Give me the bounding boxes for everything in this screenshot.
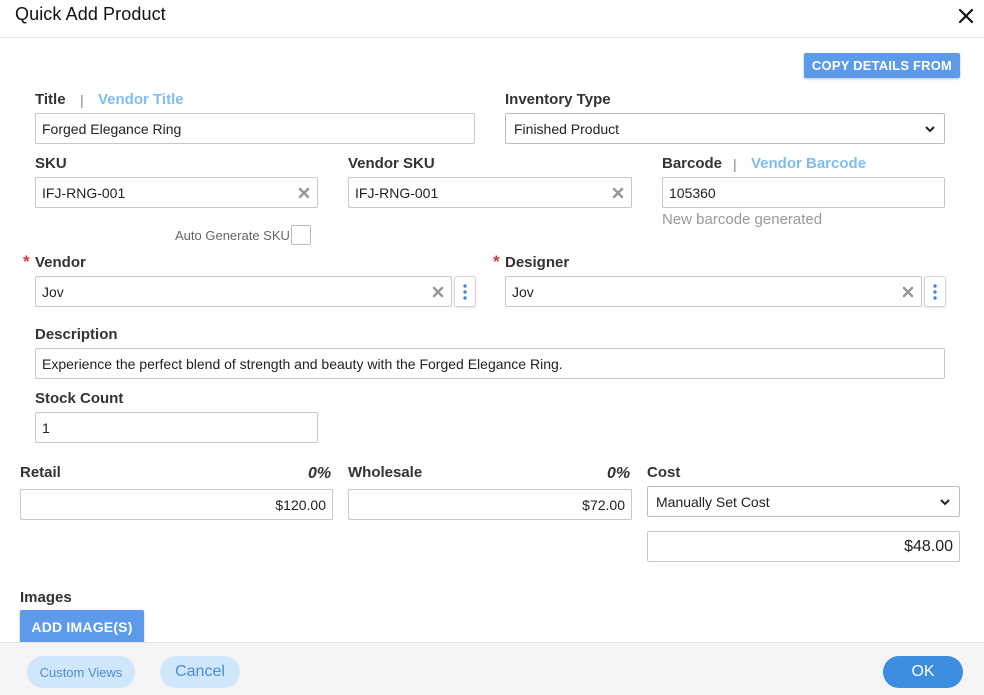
title-separator: | xyxy=(80,92,84,108)
chevron-down-icon xyxy=(925,125,935,132)
dialog-title: Quick Add Product xyxy=(15,4,166,24)
close-icon[interactable] xyxy=(955,5,977,27)
kebab-menu-icon xyxy=(933,283,937,300)
auto-sku-label: Auto Generate SKU xyxy=(175,228,290,243)
cost-label: Cost xyxy=(647,464,681,481)
add-images-button[interactable]: ADD IMAGE(S) xyxy=(20,610,144,644)
vendor-value: Jov xyxy=(42,283,64,300)
ok-button[interactable]: OK xyxy=(883,656,963,688)
barcode-value: 105360 xyxy=(669,184,716,201)
clear-x-icon[interactable] xyxy=(901,285,915,299)
vendor-sku-input[interactable]: IFJ-RNG-001 xyxy=(348,177,632,208)
copy-details-button[interactable]: COPY DETAILS FROM xyxy=(804,53,960,78)
barcode-label: Barcode xyxy=(662,155,723,172)
description-input[interactable]: Experience the perfect blend of strength… xyxy=(35,348,945,379)
custom-views-button[interactable]: Custom Views xyxy=(27,656,135,688)
designer-more-button[interactable] xyxy=(924,276,946,307)
wholesale-value: $72.00 xyxy=(582,496,625,513)
clear-x-icon[interactable] xyxy=(297,186,311,200)
inventory-type-value: Finished Product xyxy=(514,120,620,137)
cost-value: $48.00 xyxy=(904,537,953,555)
title-input[interactable]: Forged Elegance Ring xyxy=(35,113,475,144)
designer-input[interactable]: Jov xyxy=(505,276,922,307)
title-value: Forged Elegance Ring xyxy=(42,120,182,137)
inventory-type-select[interactable]: Finished Product xyxy=(505,113,945,144)
title-label: Title xyxy=(35,91,66,108)
cost-method-select[interactable]: Manually Set Cost xyxy=(647,486,960,517)
retail-value: $120.00 xyxy=(275,496,326,513)
retail-percent: 0% xyxy=(308,465,332,482)
clear-x-icon[interactable] xyxy=(611,186,625,200)
designer-required-mark: * xyxy=(493,252,500,271)
barcode-separator: | xyxy=(733,156,737,172)
description-value: Experience the perfect blend of strength… xyxy=(42,355,563,372)
vendor-barcode-link[interactable]: Vendor Barcode xyxy=(751,155,866,172)
chevron-down-icon xyxy=(940,498,950,505)
description-label: Description xyxy=(35,326,118,343)
dialog-footer: Custom Views Cancel OK xyxy=(0,642,984,695)
wholesale-input[interactable]: $72.00 xyxy=(348,489,632,520)
sku-input[interactable]: IFJ-RNG-001 xyxy=(35,177,318,208)
barcode-input[interactable]: 105360 xyxy=(662,177,945,208)
dialog-header: Quick Add Product xyxy=(0,0,984,38)
cost-input[interactable]: $48.00 xyxy=(647,531,960,562)
vendor-label: Vendor xyxy=(35,254,86,271)
vendor-more-button[interactable] xyxy=(454,276,476,307)
vendor-required-mark: * xyxy=(23,252,30,271)
designer-label: Designer xyxy=(505,254,570,271)
vendor-title-link[interactable]: Vendor Title xyxy=(98,91,184,108)
stock-count-value: 1 xyxy=(42,419,50,436)
stock-count-label: Stock Count xyxy=(35,390,124,407)
inventory-type-label: Inventory Type xyxy=(505,91,611,108)
vendor-sku-value: IFJ-RNG-001 xyxy=(355,184,439,201)
designer-value: Jov xyxy=(512,283,534,300)
images-label: Images xyxy=(20,589,72,606)
retail-label: Retail xyxy=(20,464,61,481)
cancel-button[interactable]: Cancel xyxy=(160,656,240,688)
retail-input[interactable]: $120.00 xyxy=(20,489,333,520)
auto-sku-checkbox[interactable] xyxy=(291,225,311,245)
wholesale-percent: 0% xyxy=(607,465,631,482)
cost-method-value: Manually Set Cost xyxy=(656,493,770,510)
sku-label: SKU xyxy=(35,155,67,172)
wholesale-label: Wholesale xyxy=(348,464,423,481)
vendor-input[interactable]: Jov xyxy=(35,276,452,307)
stock-count-input[interactable]: 1 xyxy=(35,412,318,443)
clear-x-icon[interactable] xyxy=(431,285,445,299)
kebab-menu-icon xyxy=(463,283,467,300)
barcode-hint: New barcode generated xyxy=(662,211,823,228)
sku-value: IFJ-RNG-001 xyxy=(42,184,126,201)
vendor-sku-label: Vendor SKU xyxy=(348,155,435,172)
